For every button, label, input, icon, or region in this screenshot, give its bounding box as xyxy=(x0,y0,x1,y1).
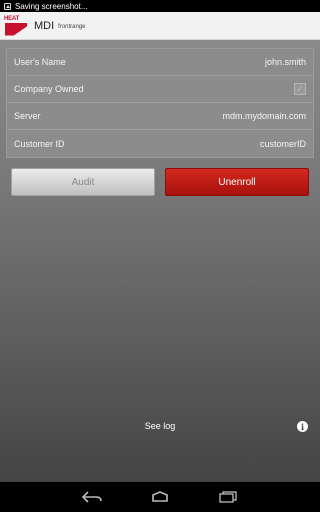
navigation-bar xyxy=(0,482,320,512)
info-row-server: Server mdm.mydomain.com xyxy=(7,103,313,130)
recents-icon[interactable] xyxy=(218,491,238,503)
app-logo: HEAT xyxy=(4,15,30,37)
app-title: MDI xyxy=(34,19,55,32)
server-label: Server xyxy=(14,111,41,121)
image-icon xyxy=(4,2,11,10)
info-row-username: User's Name john.smith xyxy=(7,49,313,76)
customer-id-label: Customer ID xyxy=(14,138,65,149)
info-row-company-owned: Company Owned ✓ xyxy=(7,76,313,103)
company-owned-label: Company Owned xyxy=(14,84,84,94)
customer-id-value: customerID xyxy=(259,138,306,149)
info-table: User's Name john.smith Company Owned ✓ S… xyxy=(6,48,314,158)
company-owned-checkbox[interactable]: ✓ xyxy=(294,83,306,95)
see-log-link[interactable]: See log xyxy=(0,421,320,431)
action-bar: HEAT MDI frontrange xyxy=(0,12,320,40)
audit-button[interactable]: Audit xyxy=(11,168,155,196)
server-value: mdm.mydomain.com xyxy=(222,111,306,121)
status-text: Saving screenshot... xyxy=(15,1,88,11)
logo-text: HEAT xyxy=(4,15,20,22)
logo-shape xyxy=(5,22,27,36)
info-row-customer-id: Customer ID customerID xyxy=(7,130,313,157)
back-icon[interactable] xyxy=(82,491,102,503)
username-value: john.smith xyxy=(264,57,306,67)
home-icon[interactable] xyxy=(150,491,170,503)
info-icon[interactable]: i xyxy=(297,421,308,432)
username-label: User's Name xyxy=(14,57,66,67)
app-subtitle: frontrange xyxy=(58,23,86,30)
unenroll-button[interactable]: Unenroll xyxy=(165,168,309,196)
main-content: User's Name john.smith Company Owned ✓ S… xyxy=(0,40,320,482)
status-bar: Saving screenshot... xyxy=(0,0,320,12)
